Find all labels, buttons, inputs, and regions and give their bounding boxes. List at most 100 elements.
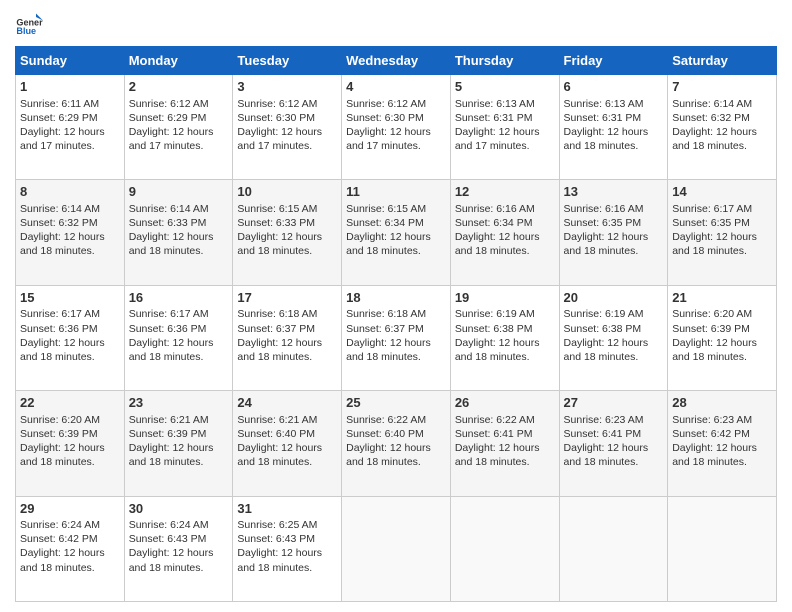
calendar-cell: 13 Sunrise: 6:16 AM Sunset: 6:35 PM Dayl…	[559, 180, 668, 285]
sunrise-label: Sunrise: 6:22 AM	[455, 414, 535, 426]
sunset-label: Sunset: 6:34 PM	[346, 217, 424, 229]
day-of-week-header: Friday	[559, 47, 668, 75]
sunrise-label: Sunrise: 6:17 AM	[672, 203, 752, 215]
calendar-cell: 17 Sunrise: 6:18 AM Sunset: 6:37 PM Dayl…	[233, 285, 342, 390]
daylight-label: Daylight: 12 hours and 18 minutes.	[129, 442, 214, 468]
calendar-cell	[559, 496, 668, 601]
calendar-cell: 14 Sunrise: 6:17 AM Sunset: 6:35 PM Dayl…	[668, 180, 777, 285]
sunset-label: Sunset: 6:29 PM	[20, 112, 98, 124]
calendar-cell: 19 Sunrise: 6:19 AM Sunset: 6:38 PM Dayl…	[450, 285, 559, 390]
sunset-label: Sunset: 6:35 PM	[672, 217, 750, 229]
sunrise-label: Sunrise: 6:13 AM	[564, 98, 644, 110]
sunrise-label: Sunrise: 6:18 AM	[346, 308, 426, 320]
calendar-cell: 26 Sunrise: 6:22 AM Sunset: 6:41 PM Dayl…	[450, 391, 559, 496]
day-number: 7	[672, 78, 772, 96]
sunrise-label: Sunrise: 6:14 AM	[129, 203, 209, 215]
daylight-label: Daylight: 12 hours and 18 minutes.	[346, 231, 431, 257]
calendar-row: 29 Sunrise: 6:24 AM Sunset: 6:42 PM Dayl…	[16, 496, 777, 601]
day-number: 2	[129, 78, 229, 96]
sunset-label: Sunset: 6:39 PM	[129, 428, 207, 440]
sunset-label: Sunset: 6:33 PM	[237, 217, 315, 229]
day-number: 28	[672, 394, 772, 412]
daylight-label: Daylight: 12 hours and 18 minutes.	[564, 442, 649, 468]
calendar-cell: 9 Sunrise: 6:14 AM Sunset: 6:33 PM Dayli…	[124, 180, 233, 285]
sunset-label: Sunset: 6:37 PM	[346, 323, 424, 335]
calendar-cell: 20 Sunrise: 6:19 AM Sunset: 6:38 PM Dayl…	[559, 285, 668, 390]
day-number: 11	[346, 183, 446, 201]
calendar-cell: 22 Sunrise: 6:20 AM Sunset: 6:39 PM Dayl…	[16, 391, 125, 496]
sunset-label: Sunset: 6:35 PM	[564, 217, 642, 229]
calendar-row: 22 Sunrise: 6:20 AM Sunset: 6:39 PM Dayl…	[16, 391, 777, 496]
day-number: 12	[455, 183, 555, 201]
calendar-cell: 25 Sunrise: 6:22 AM Sunset: 6:40 PM Dayl…	[342, 391, 451, 496]
logo: General Blue	[15, 10, 43, 38]
sunrise-label: Sunrise: 6:21 AM	[129, 414, 209, 426]
day-number: 17	[237, 289, 337, 307]
calendar-cell	[450, 496, 559, 601]
daylight-label: Daylight: 12 hours and 18 minutes.	[20, 442, 105, 468]
sunset-label: Sunset: 6:38 PM	[564, 323, 642, 335]
day-number: 16	[129, 289, 229, 307]
sunset-label: Sunset: 6:29 PM	[129, 112, 207, 124]
sunrise-label: Sunrise: 6:13 AM	[455, 98, 535, 110]
day-number: 22	[20, 394, 120, 412]
header: General Blue	[15, 10, 777, 38]
daylight-label: Daylight: 12 hours and 18 minutes.	[20, 231, 105, 257]
sunrise-label: Sunrise: 6:11 AM	[20, 98, 99, 110]
sunrise-label: Sunrise: 6:15 AM	[346, 203, 426, 215]
daylight-label: Daylight: 12 hours and 18 minutes.	[672, 442, 757, 468]
calendar-cell: 23 Sunrise: 6:21 AM Sunset: 6:39 PM Dayl…	[124, 391, 233, 496]
sunset-label: Sunset: 6:43 PM	[237, 533, 315, 545]
calendar-row: 8 Sunrise: 6:14 AM Sunset: 6:32 PM Dayli…	[16, 180, 777, 285]
sunset-label: Sunset: 6:30 PM	[346, 112, 424, 124]
sunrise-label: Sunrise: 6:17 AM	[20, 308, 100, 320]
daylight-label: Daylight: 12 hours and 18 minutes.	[564, 231, 649, 257]
sunrise-label: Sunrise: 6:14 AM	[672, 98, 752, 110]
calendar-cell: 28 Sunrise: 6:23 AM Sunset: 6:42 PM Dayl…	[668, 391, 777, 496]
sunset-label: Sunset: 6:32 PM	[672, 112, 750, 124]
calendar-cell: 18 Sunrise: 6:18 AM Sunset: 6:37 PM Dayl…	[342, 285, 451, 390]
calendar-cell: 3 Sunrise: 6:12 AM Sunset: 6:30 PM Dayli…	[233, 75, 342, 180]
day-number: 13	[564, 183, 664, 201]
sunrise-label: Sunrise: 6:21 AM	[237, 414, 317, 426]
day-number: 18	[346, 289, 446, 307]
daylight-label: Daylight: 12 hours and 18 minutes.	[129, 547, 214, 573]
daylight-label: Daylight: 12 hours and 18 minutes.	[129, 337, 214, 363]
calendar-cell: 16 Sunrise: 6:17 AM Sunset: 6:36 PM Dayl…	[124, 285, 233, 390]
day-number: 20	[564, 289, 664, 307]
day-number: 23	[129, 394, 229, 412]
daylight-label: Daylight: 12 hours and 18 minutes.	[20, 337, 105, 363]
sunrise-label: Sunrise: 6:12 AM	[346, 98, 426, 110]
daylight-label: Daylight: 12 hours and 18 minutes.	[564, 337, 649, 363]
day-of-week-header: Wednesday	[342, 47, 451, 75]
sunrise-label: Sunrise: 6:23 AM	[564, 414, 644, 426]
calendar-header-row: SundayMondayTuesdayWednesdayThursdayFrid…	[16, 47, 777, 75]
calendar-row: 15 Sunrise: 6:17 AM Sunset: 6:36 PM Dayl…	[16, 285, 777, 390]
daylight-label: Daylight: 12 hours and 17 minutes.	[20, 126, 105, 152]
day-number: 29	[20, 500, 120, 518]
sunset-label: Sunset: 6:41 PM	[455, 428, 533, 440]
calendar-cell: 6 Sunrise: 6:13 AM Sunset: 6:31 PM Dayli…	[559, 75, 668, 180]
calendar-cell: 10 Sunrise: 6:15 AM Sunset: 6:33 PM Dayl…	[233, 180, 342, 285]
daylight-label: Daylight: 12 hours and 18 minutes.	[20, 547, 105, 573]
day-of-week-header: Tuesday	[233, 47, 342, 75]
calendar-cell: 21 Sunrise: 6:20 AM Sunset: 6:39 PM Dayl…	[668, 285, 777, 390]
day-number: 10	[237, 183, 337, 201]
sunrise-label: Sunrise: 6:16 AM	[564, 203, 644, 215]
logo-icon: General Blue	[15, 10, 43, 38]
daylight-label: Daylight: 12 hours and 18 minutes.	[564, 126, 649, 152]
calendar-table: SundayMondayTuesdayWednesdayThursdayFrid…	[15, 46, 777, 602]
sunrise-label: Sunrise: 6:23 AM	[672, 414, 752, 426]
sunset-label: Sunset: 6:37 PM	[237, 323, 315, 335]
day-number: 4	[346, 78, 446, 96]
calendar-cell: 4 Sunrise: 6:12 AM Sunset: 6:30 PM Dayli…	[342, 75, 451, 180]
sunrise-label: Sunrise: 6:20 AM	[20, 414, 100, 426]
calendar-cell: 7 Sunrise: 6:14 AM Sunset: 6:32 PM Dayli…	[668, 75, 777, 180]
calendar-cell: 15 Sunrise: 6:17 AM Sunset: 6:36 PM Dayl…	[16, 285, 125, 390]
day-number: 6	[564, 78, 664, 96]
sunset-label: Sunset: 6:39 PM	[672, 323, 750, 335]
daylight-label: Daylight: 12 hours and 18 minutes.	[237, 337, 322, 363]
daylight-label: Daylight: 12 hours and 18 minutes.	[455, 337, 540, 363]
day-number: 15	[20, 289, 120, 307]
calendar-cell: 8 Sunrise: 6:14 AM Sunset: 6:32 PM Dayli…	[16, 180, 125, 285]
